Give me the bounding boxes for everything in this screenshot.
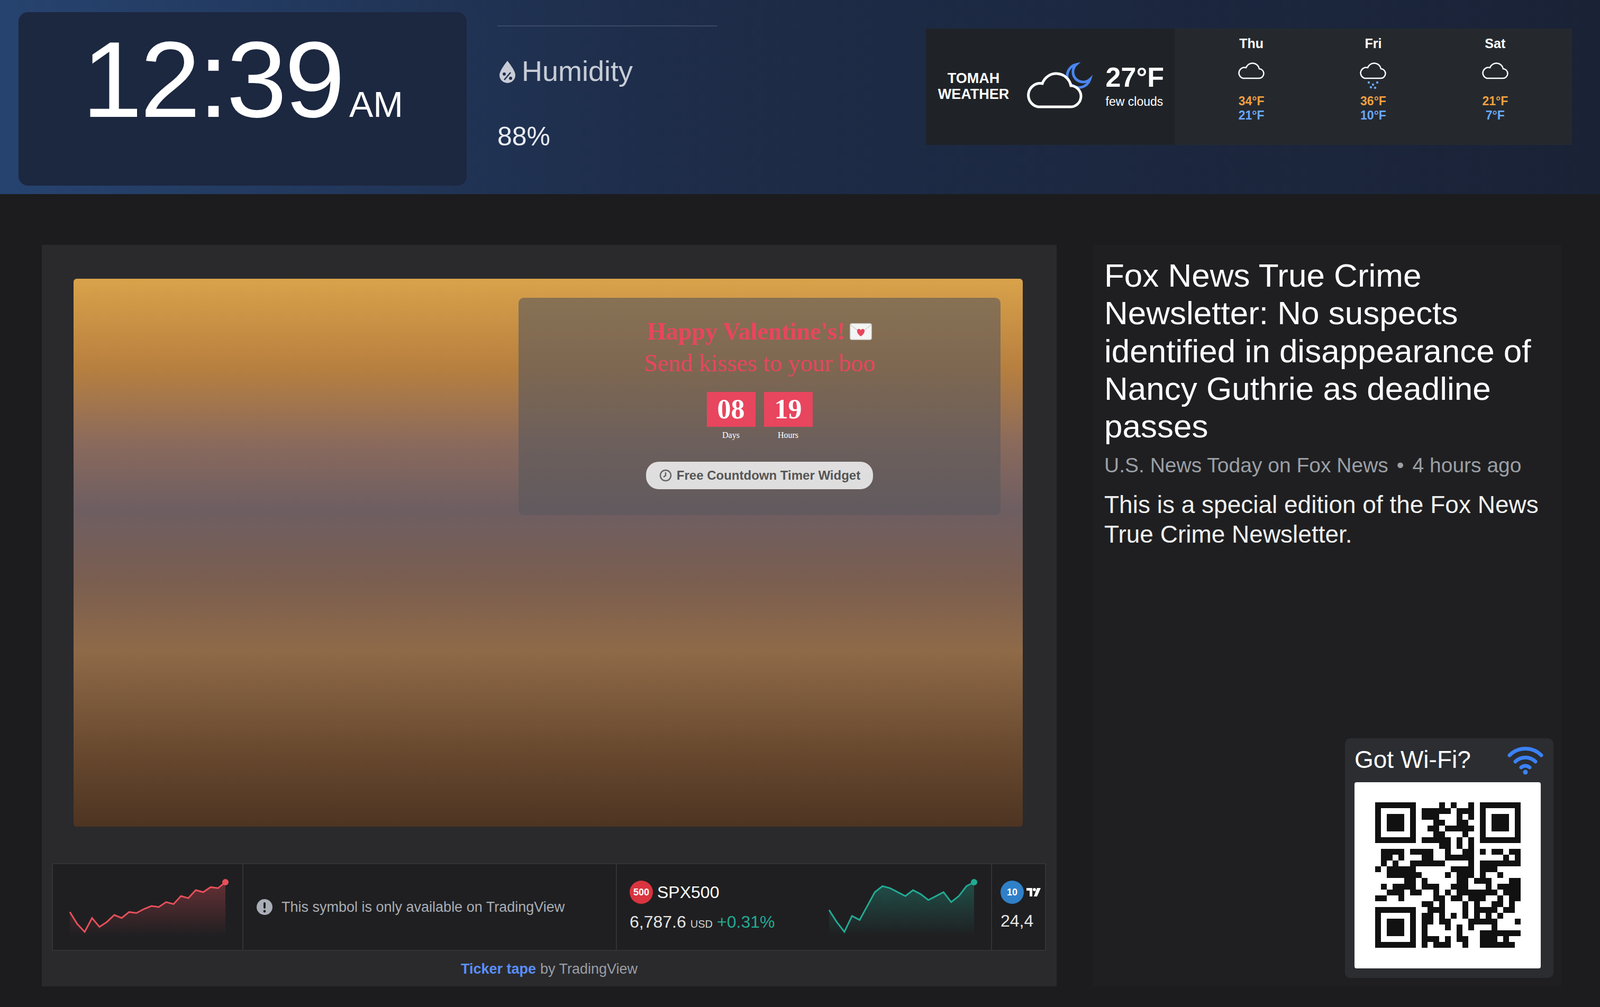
sparkline-chart: [824, 878, 979, 937]
sparkline-line: [69, 882, 226, 933]
ticker-price: 6,787.6: [629, 909, 687, 935]
wifi-title: Got Wi-Fi?: [1354, 741, 1471, 779]
forecast-low: 7°F: [1455, 108, 1535, 124]
forecast-icon-wrap: [1333, 58, 1413, 90]
news-headline[interactable]: Fox News True Crime Newsletter: No suspe…: [1104, 256, 1562, 445]
news-source: U.S. News Today on Fox News: [1104, 450, 1389, 482]
countdown-widget-button[interactable]: Free Countdown Timer Widget: [646, 461, 874, 490]
countdown-units: 08 Days 19 Hours: [529, 392, 990, 442]
forecast-day: Thu 34°F21°F: [1211, 33, 1292, 124]
qr-code-icon: [1375, 802, 1521, 949]
forecast-icon-wrap: [1455, 58, 1535, 90]
cloud-moon-icon: [1021, 60, 1096, 114]
clock-meridiem: AM: [349, 77, 404, 132]
countdown-widget: Happy Valentine's! Send kisses to your b…: [518, 297, 1001, 516]
countdown-title: Happy Valentine's!: [646, 315, 845, 348]
ticker-badge: 10: [1000, 880, 1024, 905]
forecast-high: 36°F: [1333, 94, 1413, 109]
wifi-qr-code[interactable]: [1354, 782, 1541, 969]
forecast-day-label: Fri: [1333, 33, 1413, 54]
forecast-day: Fri 36°F10°F: [1333, 33, 1413, 124]
forecast-day: Sat 21°F7°F: [1455, 33, 1535, 124]
cloud-icon: [1234, 58, 1269, 90]
ticker-partial-cell[interactable]: 10 24,4: [992, 864, 1045, 951]
snow-cloud-icon: [1356, 58, 1390, 90]
forecast-day-label: Sat: [1455, 33, 1535, 54]
sparkline-chart: [65, 878, 230, 937]
forecast: Thu34°F21°FFri36°F10°FSat21°F7°F: [1174, 28, 1572, 145]
ticker-price: 24,4: [1000, 908, 1045, 934]
cloud-icon: [1478, 58, 1513, 90]
love-letter-icon: [849, 322, 873, 341]
ticker-credit-link[interactable]: Ticker tape: [460, 961, 536, 978]
ticker-credit-text: by TradingView: [540, 961, 638, 978]
humidity-drop-icon: [497, 59, 518, 84]
ticker-badge: 500: [629, 880, 653, 905]
forecast-low: 10°F: [1333, 108, 1413, 124]
countdown-label: Days: [722, 429, 740, 442]
ticker-change: +0.31%: [716, 909, 775, 935]
humidity-label: Humidity: [521, 49, 633, 93]
ticker-partial-symbol: 10: [1000, 880, 1045, 905]
forecast-icon-wrap: [1211, 58, 1292, 90]
ticker-symbol-line: 500SPX500: [629, 879, 775, 906]
ticker-message: This symbol is only available on Trading…: [281, 896, 565, 919]
background-photo: Happy Valentine's! Send kisses to your b…: [73, 278, 1023, 827]
countdown-unit: 19 Hours: [764, 392, 813, 442]
countdown-unit: 08 Days: [706, 392, 756, 442]
sparkline-line: [829, 882, 975, 933]
countdown-value: 19: [764, 392, 813, 427]
ticker-tape: This symbol is only available on Trading…: [51, 863, 1047, 952]
news-meta: U.S. News Today on Fox News • 4 hours ag…: [1104, 450, 1562, 482]
ticker-quote-cell[interactable]: 500SPX500 6,787.6USD+0.31%: [616, 864, 993, 951]
ticker-chart-cell: [52, 864, 244, 951]
countdown-label: Hours: [777, 429, 799, 442]
forecast-high: 21°F: [1455, 94, 1535, 109]
news-column: Fox News True Crime Newsletter: No suspe…: [1093, 244, 1562, 987]
countdown-value: 08: [706, 392, 756, 427]
weather-title: TOMAH WEATHER: [936, 70, 1011, 103]
top-bar: 12:39 AM Humidity 88% TOMAH WEATHER 27°F…: [0, 0, 1600, 195]
news-separator: •: [1396, 450, 1405, 482]
ticker-currency: USD: [690, 916, 713, 933]
timer-icon: [658, 468, 673, 483]
ticker-quote-info: 500SPX500 6,787.6USD+0.31%: [629, 879, 775, 935]
tradingview-logo-icon: [1025, 887, 1042, 898]
clock: 12:39 AM: [18, 12, 467, 186]
humidity-value: 88%: [497, 116, 717, 157]
main-area: Happy Valentine's! Send kisses to your b…: [0, 244, 1600, 987]
weather-temp: 27°F: [1105, 62, 1165, 93]
ticker-credit: Ticker tapeby TradingView: [41, 958, 1057, 981]
forecast-high: 34°F: [1211, 94, 1292, 109]
photo-panel: Happy Valentine's! Send kisses to your b…: [41, 244, 1057, 987]
forecast-low: 21°F: [1211, 108, 1292, 124]
weather-condition: few clouds: [1105, 92, 1165, 112]
ticker-symbol: SPX500: [657, 879, 720, 906]
countdown-button-label: Free Countdown Timer Widget: [676, 466, 861, 486]
news-summary: This is a special edition of the Fox New…: [1104, 489, 1562, 550]
ticker-unavailable-cell[interactable]: This symbol is only available on Trading…: [243, 864, 617, 951]
ticker-price-line: 6,787.6USD+0.31%: [629, 909, 775, 935]
news-age: 4 hours ago: [1412, 450, 1522, 482]
humidity: Humidity 88%: [497, 25, 717, 157]
warning-icon: [256, 898, 274, 916]
weather-widget: TOMAH WEATHER 27°F few clouds Thu34°F21°…: [925, 28, 1572, 145]
forecast-day-label: Thu: [1211, 33, 1292, 54]
clock-time: 12:39: [82, 24, 343, 134]
countdown-subtitle: Send kisses to your boo: [529, 347, 990, 380]
wifi-icon: [1506, 743, 1544, 776]
wifi-card: Got Wi-Fi?: [1344, 738, 1554, 979]
